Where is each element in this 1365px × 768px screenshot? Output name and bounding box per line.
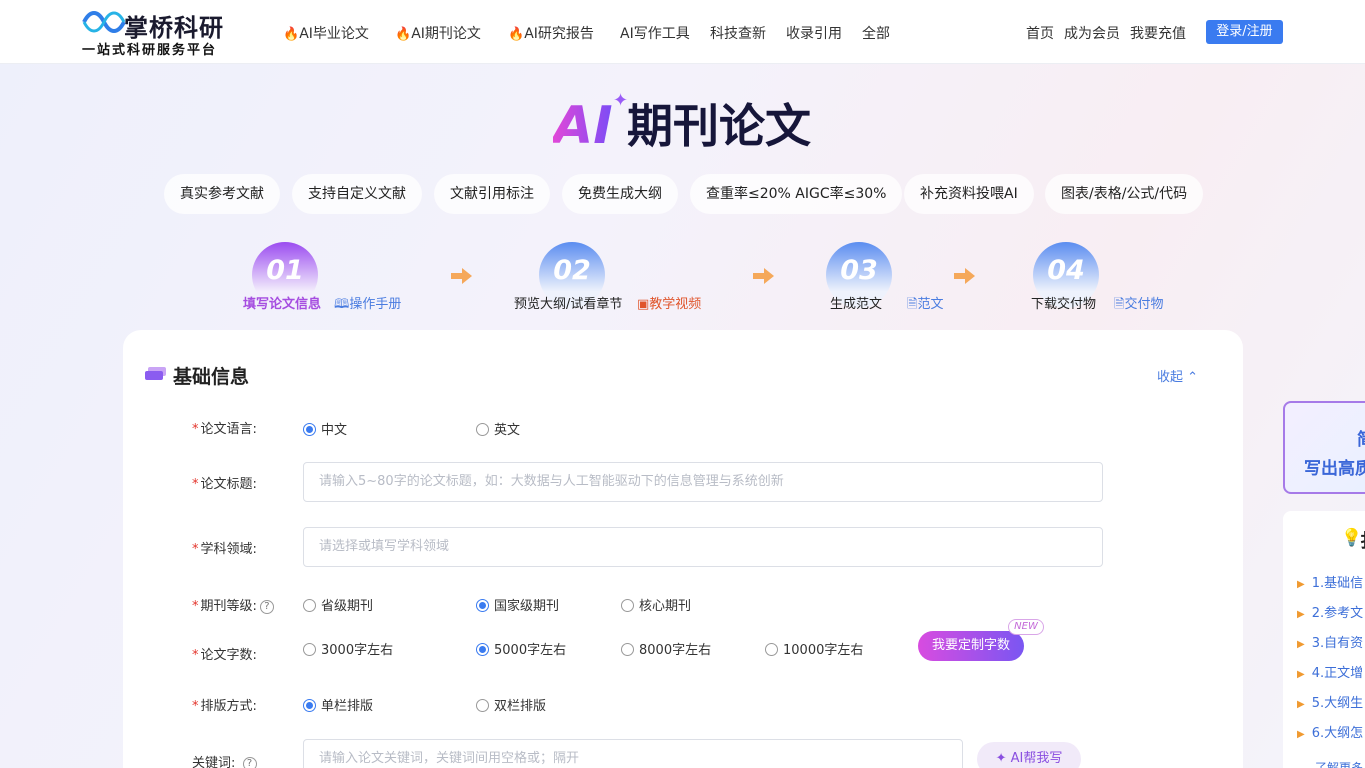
step-arrow-icon xyxy=(451,268,472,284)
top-navigation-bar: 掌桥科研 一站式科研服务平台 🔥AI毕业论文 🔥AI期刊论文 🔥AI研究报告 A… xyxy=(0,0,1365,64)
side-promo-banner[interactable]: 简 写出高质 xyxy=(1283,401,1365,494)
step-4-label: 下载交付物 xyxy=(1031,297,1097,312)
journal-level-label: * 期刊等级:? xyxy=(192,595,274,614)
sidebar-item[interactable]: ▶ 6.大纲怎 xyxy=(1297,722,1363,741)
home-link[interactable]: 首页 xyxy=(1026,23,1054,43)
help-sidebar: 💡 扌 ▶1.基础信 ▶2.参考文 ▶3.自有资 ▶4.正文增 ▶5.大纲生 ▶… xyxy=(1283,511,1365,768)
fire-icon: 🔥 xyxy=(395,27,412,42)
feature-tag: 文献引用标注 xyxy=(434,174,550,214)
radio-5000-words[interactable]: 5000字左右 xyxy=(476,639,566,658)
keywords-input[interactable]: 请输入论文关键词，关键词间用空格或；隔开 xyxy=(303,739,963,768)
language-label: * 论文语言: xyxy=(192,422,257,437)
radio-national-journal[interactable]: 国家级期刊 xyxy=(476,595,559,614)
logo-wave-icon xyxy=(82,11,126,33)
radio-8000-words[interactable]: 8000字左右 xyxy=(621,639,711,658)
subject-field-input[interactable]: 请选择或填写学科领域 xyxy=(303,527,1103,567)
custom-word-count-button[interactable]: 我要定制字数 xyxy=(918,631,1024,661)
step-3-label: 生成范文 xyxy=(830,297,883,312)
document-icon: 🗎 xyxy=(907,297,918,312)
section-layers-icon xyxy=(145,367,166,380)
step-1-label: 填写论文信息 xyxy=(243,297,322,312)
paper-title-input[interactable]: 请输入5~80字的论文标题，如：大数据与人工智能驱动下的信息管理与系统创新 xyxy=(303,462,1103,502)
step-arrow-icon xyxy=(753,268,774,284)
sample-paper-link[interactable]: 🗎范文 xyxy=(907,293,943,317)
nav-all[interactable]: 全部 xyxy=(862,23,890,43)
manual-link[interactable]: 🕮操作手册 xyxy=(334,293,401,317)
radio-single-column[interactable]: 单栏排版 xyxy=(303,695,373,714)
sidebar-item[interactable]: ▶ 3.自有资 xyxy=(1297,632,1363,651)
sidebar-item[interactable]: ▶ 4.正文增 xyxy=(1297,662,1363,681)
word-count-label: * 论文字数: xyxy=(192,648,257,663)
site-logo[interactable]: 掌桥科研 一站式科研服务平台 xyxy=(82,6,252,58)
promo-line-1: 简 xyxy=(1357,425,1365,450)
fire-icon: 🔥 xyxy=(283,27,300,42)
section-title: 基础信息 xyxy=(173,366,250,388)
feature-tag: 支持自定义文献 xyxy=(292,174,422,214)
radio-core-journal[interactable]: 核心期刊 xyxy=(621,595,691,614)
logo-title: 掌桥科研 xyxy=(124,14,224,42)
login-register-button[interactable]: 登录/注册 xyxy=(1206,20,1283,44)
hero-ai-text: AI xyxy=(553,96,613,156)
radio-provincial-journal[interactable]: 省级期刊 xyxy=(303,595,373,614)
chevron-up-icon: ⌃ xyxy=(1187,370,1199,385)
sidebar-item[interactable]: ▶ 2.参考文 xyxy=(1297,602,1363,621)
feature-tag: 图表/表格/公式/代码 xyxy=(1045,174,1204,214)
become-member-link[interactable]: 成为会员 xyxy=(1064,23,1120,43)
feature-tag: 真实参考文献 xyxy=(164,174,280,214)
sparkle-icon: ✦ xyxy=(995,751,1007,766)
lightbulb-icon: 💡 xyxy=(1341,528,1363,548)
title-label: * 论文标题: xyxy=(192,477,257,492)
feature-tag: 查重率≤20% AIGC率≤30% xyxy=(690,174,903,214)
nav-citation-indexing[interactable]: 收录引用 xyxy=(786,23,842,43)
help-icon[interactable]: ? xyxy=(242,756,257,768)
radio-double-column[interactable]: 双栏排版 xyxy=(476,695,546,714)
layout-label: * 排版方式: xyxy=(192,699,257,714)
radio-10000-words[interactable]: 10000字左右 xyxy=(765,639,863,658)
new-badge: NEW xyxy=(1008,619,1044,635)
radio-language-english[interactable]: 英文 xyxy=(476,419,520,438)
video-icon: ▣ xyxy=(637,297,650,312)
sparkle-icon: ✦ xyxy=(613,90,629,111)
feature-tag: 免费生成大纲 xyxy=(562,174,678,214)
tutorial-video-link[interactable]: ▣教学视频 xyxy=(637,293,701,312)
sidebar-item[interactable]: ▶ 1.基础信 xyxy=(1297,572,1363,591)
step-2-label: 预览大纲/试看章节 xyxy=(514,297,623,312)
nav-ai-research-report[interactable]: 🔥AI研究报告 xyxy=(508,23,594,43)
radio-3000-words[interactable]: 3000字左右 xyxy=(303,639,393,658)
book-icon: 🕮 xyxy=(334,297,350,312)
sidebar-heading: 扌 xyxy=(1360,527,1365,553)
step-arrow-icon xyxy=(954,268,975,284)
fire-icon: 🔥 xyxy=(508,27,525,42)
radio-language-chinese[interactable]: 中文 xyxy=(303,419,347,438)
subject-label: * 学科领域: xyxy=(192,542,257,557)
ai-help-write-button[interactable]: ✦ AI帮我写 xyxy=(977,742,1081,768)
learn-more-link[interactable]: 了解更多 xyxy=(1315,759,1363,768)
hero-title-text: 期刊论文 xyxy=(627,99,811,153)
document-icon: 🗎 xyxy=(1114,297,1125,312)
nav-novelty-search[interactable]: 科技查新 xyxy=(710,23,766,43)
deliverables-link[interactable]: 🗎交付物 xyxy=(1114,293,1163,317)
recharge-link[interactable]: 我要充值 xyxy=(1130,23,1186,43)
nav-ai-graduation-thesis[interactable]: 🔥AI毕业论文 xyxy=(283,23,369,43)
help-icon[interactable]: ? xyxy=(259,599,274,614)
keywords-label: 关键词: ? xyxy=(192,752,257,768)
feature-tag: 补充资料投喂AI xyxy=(904,174,1034,214)
nav-ai-writing-tools[interactable]: AI写作工具 xyxy=(620,23,690,43)
logo-subtitle: 一站式科研服务平台 xyxy=(82,43,218,58)
collapse-button[interactable]: 收起 ⌃ xyxy=(1157,366,1198,385)
nav-ai-journal-paper[interactable]: 🔥AI期刊论文 xyxy=(395,23,481,43)
sidebar-item[interactable]: ▶ 5.大纲生 xyxy=(1297,692,1363,711)
promo-line-2: 写出高质 xyxy=(1304,459,1365,479)
